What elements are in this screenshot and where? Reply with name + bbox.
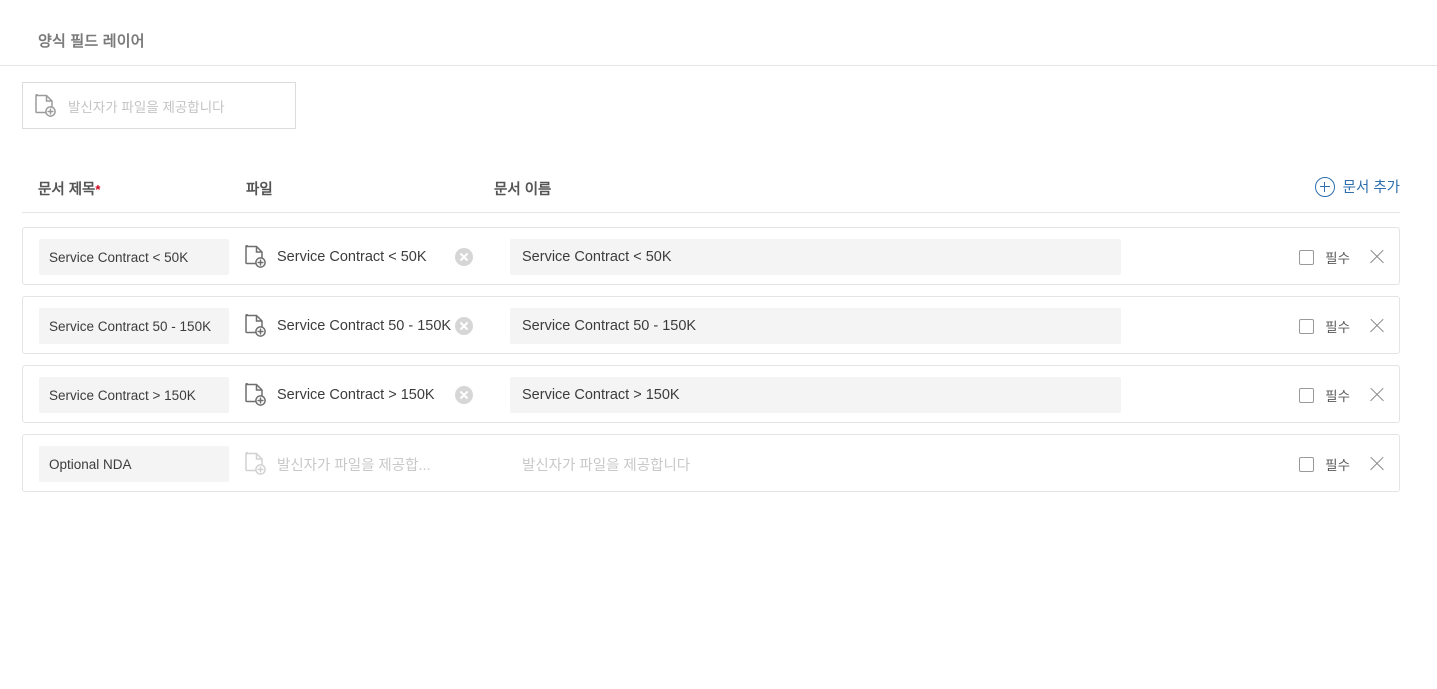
document-name-value: Service Contract > 150K bbox=[522, 387, 680, 403]
header-divider bbox=[22, 212, 1400, 213]
document-name-value: Service Contract 50 - 150K bbox=[522, 318, 697, 334]
document-file-name: Service Contract 50 - 150K bbox=[277, 318, 452, 334]
document-title-value: Optional NDA bbox=[49, 456, 132, 472]
file-add-icon bbox=[245, 383, 267, 407]
delete-row-button[interactable] bbox=[1367, 454, 1387, 474]
file-add-icon bbox=[245, 314, 267, 338]
required-label: 필수 bbox=[1325, 458, 1350, 473]
document-title-value: Service Contract 50 - 150K bbox=[49, 318, 212, 334]
document-file-name: 발신자가 파일을 제공합... bbox=[277, 457, 431, 474]
clear-file-button[interactable] bbox=[455, 317, 473, 335]
form-field-layer-page: 양식 필드 레이어 발신자가 파일을 제공합니다 문서 제목* 파일 문서 이름… bbox=[0, 0, 1437, 689]
required-checkbox[interactable] bbox=[1299, 456, 1315, 472]
document-name-value: 발신자가 파일을 제공합니다 bbox=[522, 457, 691, 474]
document-file-name: Service Contract < 50K bbox=[277, 249, 427, 265]
file-add-icon bbox=[245, 452, 267, 476]
sender-file-field[interactable]: 발신자가 파일을 제공합니다 bbox=[22, 82, 296, 129]
column-header-title: 문서 제목* bbox=[38, 178, 100, 199]
add-document-button[interactable]: 문서 추가 bbox=[1314, 176, 1400, 197]
document-title-value: Service Contract < 50K bbox=[49, 249, 189, 265]
column-header-file: 파일 bbox=[246, 182, 273, 198]
sender-file-placeholder: 발신자가 파일을 제공합니다 bbox=[68, 99, 225, 115]
table-row: Service Contract 50 - 150K Service Contra… bbox=[22, 296, 1400, 354]
column-header-name: 문서 이름 bbox=[494, 182, 552, 198]
document-name-value: Service Contract < 50K bbox=[522, 249, 672, 265]
document-title-input[interactable]: Service Contract > 150K bbox=[39, 377, 229, 413]
document-title-input[interactable]: Service Contract 50 - 150K bbox=[39, 308, 229, 344]
add-document-label: 문서 추가 bbox=[1342, 180, 1400, 196]
page-title: 양식 필드 레이어 bbox=[38, 33, 145, 50]
document-file-name: Service Contract > 150K bbox=[277, 387, 435, 403]
row-controls: 필수 bbox=[1299, 228, 1387, 286]
delete-row-button[interactable] bbox=[1367, 247, 1387, 267]
clear-file-button[interactable] bbox=[455, 248, 473, 266]
document-title-value: Service Contract > 150K bbox=[49, 387, 196, 403]
file-add-icon bbox=[245, 245, 267, 269]
required-checkbox[interactable] bbox=[1299, 387, 1315, 403]
table-row: Service Contract < 50K Service Contract <… bbox=[22, 227, 1400, 285]
required-checkbox[interactable] bbox=[1299, 249, 1315, 265]
document-rows: Service Contract < 50K Service Contract <… bbox=[22, 227, 1400, 503]
row-controls: 필수 bbox=[1299, 366, 1387, 424]
column-header-title-label: 문서 제목 bbox=[38, 182, 96, 198]
required-asterisk: * bbox=[95, 182, 101, 197]
delete-row-button[interactable] bbox=[1367, 385, 1387, 405]
required-label: 필수 bbox=[1325, 251, 1350, 266]
clear-file-button[interactable] bbox=[455, 386, 473, 404]
row-controls: 필수 bbox=[1299, 297, 1387, 355]
document-name-input[interactable]: Service Contract < 50K bbox=[510, 239, 1121, 275]
document-file-cell[interactable]: 발신자가 파일을 제공합... bbox=[245, 435, 495, 493]
row-controls: 필수 bbox=[1299, 435, 1387, 493]
document-title-input[interactable]: Optional NDA bbox=[39, 446, 229, 482]
document-name-input[interactable]: 발신자가 파일을 제공합니다 bbox=[510, 446, 1121, 482]
plus-circle-icon bbox=[1314, 176, 1335, 197]
table-row: Service Contract > 150K Service Contract … bbox=[22, 365, 1400, 423]
required-label: 필수 bbox=[1325, 389, 1350, 404]
required-label: 필수 bbox=[1325, 320, 1350, 335]
document-name-input[interactable]: Service Contract > 150K bbox=[510, 377, 1121, 413]
section-header: 양식 필드 레이어 bbox=[0, 0, 1437, 66]
required-checkbox[interactable] bbox=[1299, 318, 1315, 334]
document-name-input[interactable]: Service Contract 50 - 150K bbox=[510, 308, 1121, 344]
delete-row-button[interactable] bbox=[1367, 316, 1387, 336]
document-title-input[interactable]: Service Contract < 50K bbox=[39, 239, 229, 275]
table-row: Optional NDA 발신자가 파일을 제공합... 발신자가 파일을 제공합니… bbox=[22, 434, 1400, 492]
file-add-icon bbox=[35, 93, 57, 118]
